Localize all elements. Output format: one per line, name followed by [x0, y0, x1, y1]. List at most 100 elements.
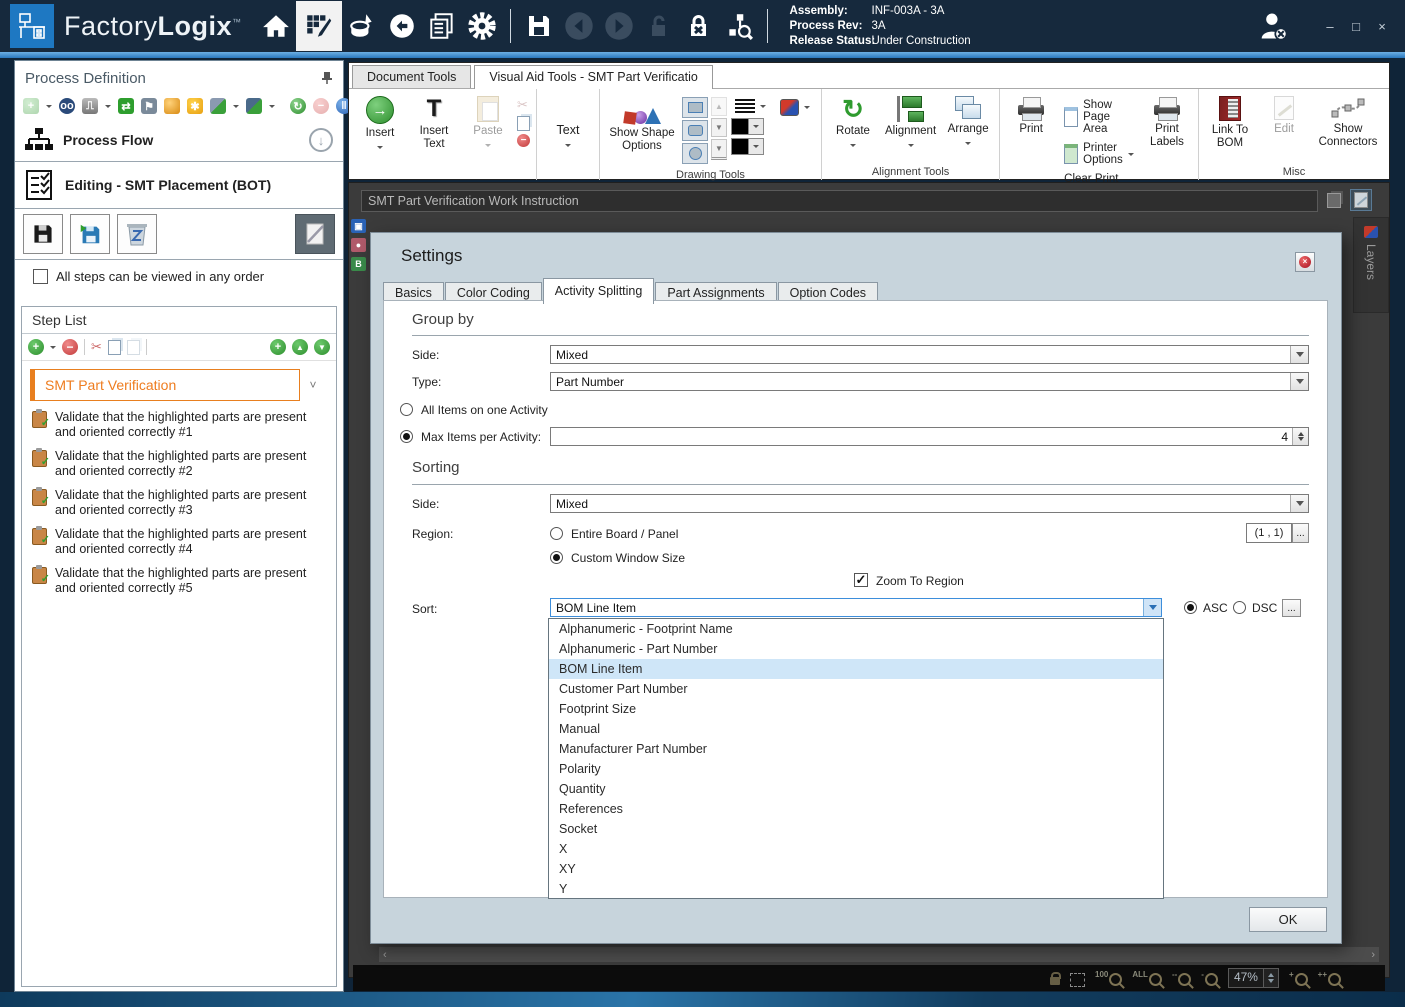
delete-document-button[interactable] — [117, 214, 157, 254]
gear-icon[interactable]: ✱ — [187, 98, 203, 114]
rectangle-shape-button[interactable] — [682, 97, 708, 118]
sort-option[interactable]: Polarity — [549, 759, 1163, 779]
copy-icon[interactable] — [517, 116, 530, 131]
sort-option[interactable]: Manufacturer Part Number — [549, 739, 1163, 759]
step-collapse-icon[interactable]: ˅ — [300, 378, 326, 392]
sync-icon[interactable] — [382, 6, 422, 46]
shape-scroll-up-icon[interactable]: ▲ — [711, 97, 727, 116]
print-button[interactable]: Print — [1004, 93, 1058, 139]
rounded-rectangle-shape-button[interactable] — [682, 120, 708, 141]
zoom-spinner[interactable] — [1262, 969, 1278, 987]
stroke-color-picker[interactable] — [731, 118, 770, 135]
process-editor-icon[interactable] — [295, 1, 342, 51]
sort-option[interactable]: Alphanumeric - Footprint Name — [549, 619, 1163, 639]
max-items-spinner[interactable] — [1292, 428, 1308, 445]
zoom-lock-icon[interactable] — [1050, 971, 1062, 985]
tab-document-tools[interactable]: Document Tools — [352, 65, 472, 88]
insert-button[interactable]: → Insert — [353, 93, 407, 155]
region-more-button[interactable]: ... — [1292, 523, 1309, 543]
sort-option[interactable]: Quantity — [549, 779, 1163, 799]
documents-icon[interactable] — [422, 6, 462, 46]
custom-window-radio[interactable] — [550, 551, 563, 564]
remove-step-icon[interactable]: − — [62, 339, 78, 355]
sort-option[interactable]: Socket — [549, 819, 1163, 839]
tab-activity-splitting[interactable]: Activity Splitting — [542, 278, 655, 304]
alignment-button[interactable]: Alignment — [880, 93, 941, 153]
start-icon[interactable]: ↻ — [290, 98, 306, 114]
work-instruction-title-field[interactable]: SMT Part Verification Work Instruction — [361, 190, 1318, 212]
maximize-button[interactable]: □ — [1343, 19, 1369, 34]
pin-icon[interactable] — [321, 71, 333, 85]
export-icon[interactable] — [210, 98, 226, 114]
sort-more-button[interactable]: ... — [1282, 599, 1301, 617]
zoom-in-button[interactable]: + — [1289, 970, 1308, 986]
chevron-down-icon[interactable] — [1290, 373, 1308, 390]
stop-icon[interactable]: − — [313, 98, 329, 114]
add-process-icon[interactable]: + — [23, 98, 39, 114]
zoom-step-icon[interactable]: + — [270, 339, 286, 355]
user-logout-icon[interactable] — [1253, 6, 1293, 46]
move-up-icon[interactable]: ▲ — [292, 339, 308, 355]
bell-icon[interactable] — [164, 98, 180, 114]
remove-icon[interactable]: − — [517, 134, 530, 147]
scroll-left-icon[interactable]: ‹ — [383, 949, 387, 961]
home-icon[interactable] — [256, 6, 296, 46]
sorting-side-combobox[interactable]: Mixed — [550, 494, 1309, 513]
zoom-out-fast-button[interactable]: -- — [1172, 970, 1192, 986]
show-page-area-button[interactable]: Show Page Area — [1060, 97, 1138, 137]
close-button[interactable]: × — [1369, 19, 1395, 34]
sort-option[interactable]: X — [549, 839, 1163, 859]
selected-step-row[interactable]: SMT Part Verification ˅ — [30, 369, 326, 401]
add-step-dropdown-icon[interactable] — [50, 345, 56, 352]
sort-option-selected[interactable]: BOM Line Item — [549, 659, 1163, 679]
paste-icon[interactable] — [126, 339, 140, 355]
print-icon[interactable]: ⎍ — [82, 98, 98, 114]
paste-button[interactable]: Paste — [461, 93, 515, 153]
line-weight-icon[interactable] — [735, 99, 755, 113]
materials-icon[interactable] — [342, 6, 382, 46]
asc-radio[interactable] — [1184, 601, 1197, 614]
max-items-input[interactable]: 4 — [550, 427, 1309, 446]
board-tool-icon[interactable]: B — [351, 257, 366, 271]
find-icon[interactable]: oo — [59, 98, 75, 114]
sort-option[interactable]: Manual — [549, 719, 1163, 739]
link-to-bom-button[interactable]: Link To BOM — [1203, 93, 1257, 153]
zoom-to-region-checkbox[interactable] — [854, 573, 868, 587]
order-checkbox[interactable] — [33, 268, 48, 284]
cut-icon[interactable]: ✂ — [91, 339, 102, 355]
arrange-button[interactable]: Arrange — [941, 93, 995, 151]
save-document-button[interactable] — [23, 214, 63, 254]
import-icon[interactable] — [246, 98, 262, 114]
zoom-fit-all-button[interactable]: ALL — [1132, 970, 1162, 986]
fill-color-picker[interactable] — [731, 138, 770, 155]
step-item[interactable]: Validate that the highlighted parts are … — [22, 522, 336, 561]
minimize-button[interactable]: – — [1317, 19, 1343, 34]
shape-scroll-end-icon[interactable]: ▼ — [711, 139, 727, 160]
duplicate-page-button[interactable] — [1323, 189, 1345, 211]
step-item[interactable]: Validate that the highlighted parts are … — [22, 405, 336, 444]
save-icon[interactable] — [519, 6, 559, 46]
layers-tab[interactable]: Layers — [1353, 217, 1389, 313]
groupby-side-combobox[interactable]: Mixed — [550, 345, 1309, 364]
image-fill-icon[interactable] — [780, 99, 799, 116]
all-items-radio[interactable] — [400, 403, 413, 416]
sort-option[interactable]: Alphanumeric - Part Number — [549, 639, 1163, 659]
zoom-out-button[interactable]: - — [1201, 970, 1218, 986]
add-dropdown-icon[interactable] — [46, 104, 52, 111]
chevron-down-icon[interactable] — [1290, 346, 1308, 363]
chevron-down-icon[interactable] — [1290, 495, 1308, 512]
edit-button[interactable]: Edit — [1257, 93, 1311, 139]
forward-icon[interactable] — [599, 6, 639, 46]
zoom-in-fast-button[interactable]: ++ — [1318, 970, 1341, 986]
dsc-radio[interactable] — [1233, 601, 1246, 614]
horizontal-scrollbar[interactable]: ‹ › — [379, 947, 1379, 962]
chevron-down-icon[interactable] — [1143, 599, 1161, 616]
unlock-icon[interactable] — [639, 6, 679, 46]
export-dropdown-icon[interactable] — [233, 104, 239, 111]
sort-combobox[interactable]: BOM Line Item — [550, 598, 1162, 617]
groupby-type-combobox[interactable]: Part Number — [550, 372, 1309, 391]
zoom-100-button[interactable]: 100 — [1095, 970, 1123, 986]
move-down-icon[interactable]: ▼ — [314, 339, 330, 355]
edit-page-button[interactable] — [1350, 189, 1372, 211]
sort-option[interactable]: XY — [549, 859, 1163, 879]
